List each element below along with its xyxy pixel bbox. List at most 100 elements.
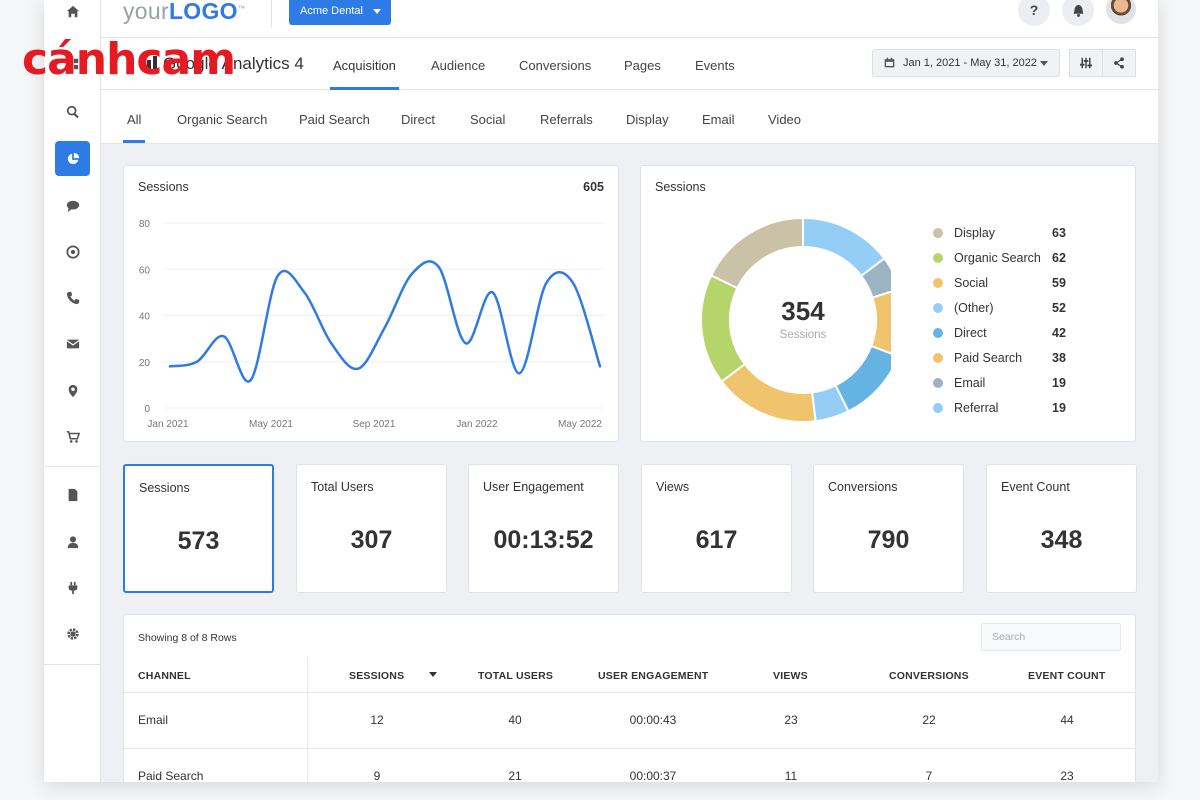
- customize-button[interactable]: [1069, 49, 1103, 77]
- kpi-value: 617: [695, 526, 738, 554]
- search-icon[interactable]: [55, 94, 90, 129]
- analytics-pie-icon[interactable]: [55, 141, 90, 176]
- sidebar-divider: [44, 664, 101, 665]
- filter-all[interactable]: All: [127, 112, 141, 127]
- filter-email[interactable]: Email: [702, 112, 735, 127]
- home-icon[interactable]: [55, 0, 90, 29]
- legend-dot: [933, 303, 943, 313]
- y-tick-label: 60: [139, 265, 151, 276]
- filter-direct[interactable]: Direct: [401, 112, 435, 127]
- dashboard-content: Sessions 605 0 20 40 60 80 Jan 2021 May 2021 Se…: [101, 144, 1158, 782]
- user-icon[interactable]: [55, 524, 90, 559]
- row-divider: [124, 692, 1135, 693]
- kpi-views-card[interactable]: Views 617: [641, 464, 792, 593]
- col-header-user-engagement[interactable]: USER ENGAGEMENT: [598, 670, 708, 682]
- legend-dot: [933, 353, 943, 363]
- filter-social[interactable]: Social: [470, 112, 505, 127]
- legend-value: 52: [1052, 301, 1066, 315]
- active-filter-indicator: [123, 140, 145, 143]
- col-header-channel[interactable]: CHANNEL: [138, 670, 191, 682]
- kpi-conversions-card[interactable]: Conversions 790: [813, 464, 964, 593]
- client-selector-button[interactable]: Acme Dental: [289, 0, 391, 25]
- col-header-views[interactable]: VIEWS: [773, 670, 808, 682]
- kpi-value: 307: [350, 526, 393, 554]
- legend-label: Email: [954, 376, 986, 390]
- tab-events[interactable]: Events: [695, 58, 735, 73]
- kpi-value: 00:13:52: [493, 526, 594, 554]
- cell-channel: Paid Search: [138, 769, 204, 782]
- avatar[interactable]: [1106, 0, 1136, 24]
- legend-dot: [933, 278, 943, 288]
- legend-label: Display: [954, 226, 995, 240]
- sessions-donut-card: Sessions 354 Sessions Display 63 Organic S…: [640, 165, 1136, 442]
- integrations-plug-icon[interactable]: [55, 570, 90, 605]
- cell-sessions: 12: [370, 713, 384, 727]
- share-button[interactable]: [1102, 49, 1136, 77]
- filter-paid-search[interactable]: Paid Search: [299, 112, 370, 127]
- tab-pages[interactable]: Pages: [624, 58, 661, 73]
- col-header-sessions[interactable]: SESSIONS: [349, 670, 404, 682]
- report-nav-bar: Google Analytics 4 Acquisition Audience …: [101, 38, 1158, 90]
- location-pin-icon[interactable]: [55, 373, 90, 408]
- sessions-series-line[interactable]: [168, 260, 602, 383]
- kpi-sessions-card[interactable]: Sessions 573: [123, 464, 274, 593]
- chevron-down-icon: [372, 9, 381, 14]
- x-tick-label: Jan 2021: [147, 419, 189, 430]
- mail-icon[interactable]: [55, 326, 90, 361]
- y-tick-label: 0: [144, 404, 150, 415]
- kpi-event-count-card[interactable]: Event Count 348: [986, 464, 1137, 593]
- donut-slice-display[interactable]: [709, 216, 804, 290]
- kpi-row: Sessions 573 Total Users 307 User Engageme…: [123, 464, 1137, 594]
- cell-views: 23: [784, 713, 798, 727]
- legend-label: (Other): [954, 301, 994, 315]
- y-tick-label: 80: [139, 219, 151, 230]
- kpi-label: Total Users: [311, 480, 374, 494]
- tab-audience[interactable]: Audience: [431, 58, 485, 73]
- legend-label: Direct: [954, 326, 987, 340]
- donut-slice-social[interactable]: [720, 362, 817, 423]
- cell-event-count: 44: [1060, 713, 1074, 727]
- donut-center-label: Sessions: [779, 329, 827, 341]
- left-sidebar: [44, 0, 101, 782]
- topbar-separator: [271, 0, 272, 28]
- rows-count-label: Showing 8 of 8 Rows: [138, 632, 237, 644]
- kpi-label: Views: [656, 480, 690, 494]
- kpi-label: Sessions: [139, 481, 190, 495]
- legend-label: Organic Search: [954, 251, 1041, 265]
- report-document-icon[interactable]: [55, 477, 90, 512]
- cell-views: 11: [784, 769, 798, 782]
- kpi-total-users-card[interactable]: Total Users 307: [296, 464, 447, 593]
- legend-dot: [933, 378, 943, 388]
- help-button[interactable]: ?: [1018, 0, 1050, 26]
- cell-conversions: 7: [925, 769, 933, 782]
- kpi-user-engagement-card[interactable]: User Engagement 00:13:52: [468, 464, 619, 593]
- phone-icon[interactable]: [55, 280, 90, 315]
- sessions-line-chart-card: Sessions 605 0 20 40 60 80 Jan 2021 May 2021 Se…: [123, 165, 619, 442]
- x-tick-label: Sep 2021: [353, 419, 396, 430]
- notifications-button[interactable]: [1062, 0, 1094, 26]
- x-tick-label: May 2021: [249, 419, 293, 430]
- col-header-conversions[interactable]: CONVERSIONS: [889, 670, 969, 682]
- tab-acquisition[interactable]: Acquisition: [333, 58, 396, 73]
- filter-organic-search[interactable]: Organic Search: [177, 112, 267, 127]
- col-header-total-users[interactable]: TOTAL USERS: [478, 670, 553, 682]
- tab-conversions[interactable]: Conversions: [519, 58, 591, 73]
- chat-icon[interactable]: [55, 188, 90, 223]
- col-header-event-count[interactable]: EVENT COUNT: [1028, 670, 1105, 682]
- target-icon[interactable]: [55, 234, 90, 269]
- date-range-picker[interactable]: Jan 1, 2021 - May 31, 2022: [872, 49, 1060, 77]
- cart-icon[interactable]: [55, 419, 90, 454]
- sort-desc-icon[interactable]: [429, 672, 437, 677]
- settings-gear-icon[interactable]: [55, 616, 90, 651]
- column-divider: [307, 657, 308, 782]
- table-search-input[interactable]: Search: [981, 623, 1121, 651]
- kpi-value: 348: [1040, 526, 1083, 554]
- donut-center-value: 354: [781, 296, 825, 326]
- legend-dot: [933, 403, 943, 413]
- filter-referrals[interactable]: Referrals: [540, 112, 593, 127]
- filter-display[interactable]: Display: [626, 112, 669, 127]
- app-window: yourLOGO™ Acme Dental ? Google Analytics…: [44, 0, 1158, 782]
- legend-dot: [933, 228, 943, 238]
- cell-user-engagement: 00:00:37: [629, 769, 677, 782]
- filter-video[interactable]: Video: [768, 112, 801, 127]
